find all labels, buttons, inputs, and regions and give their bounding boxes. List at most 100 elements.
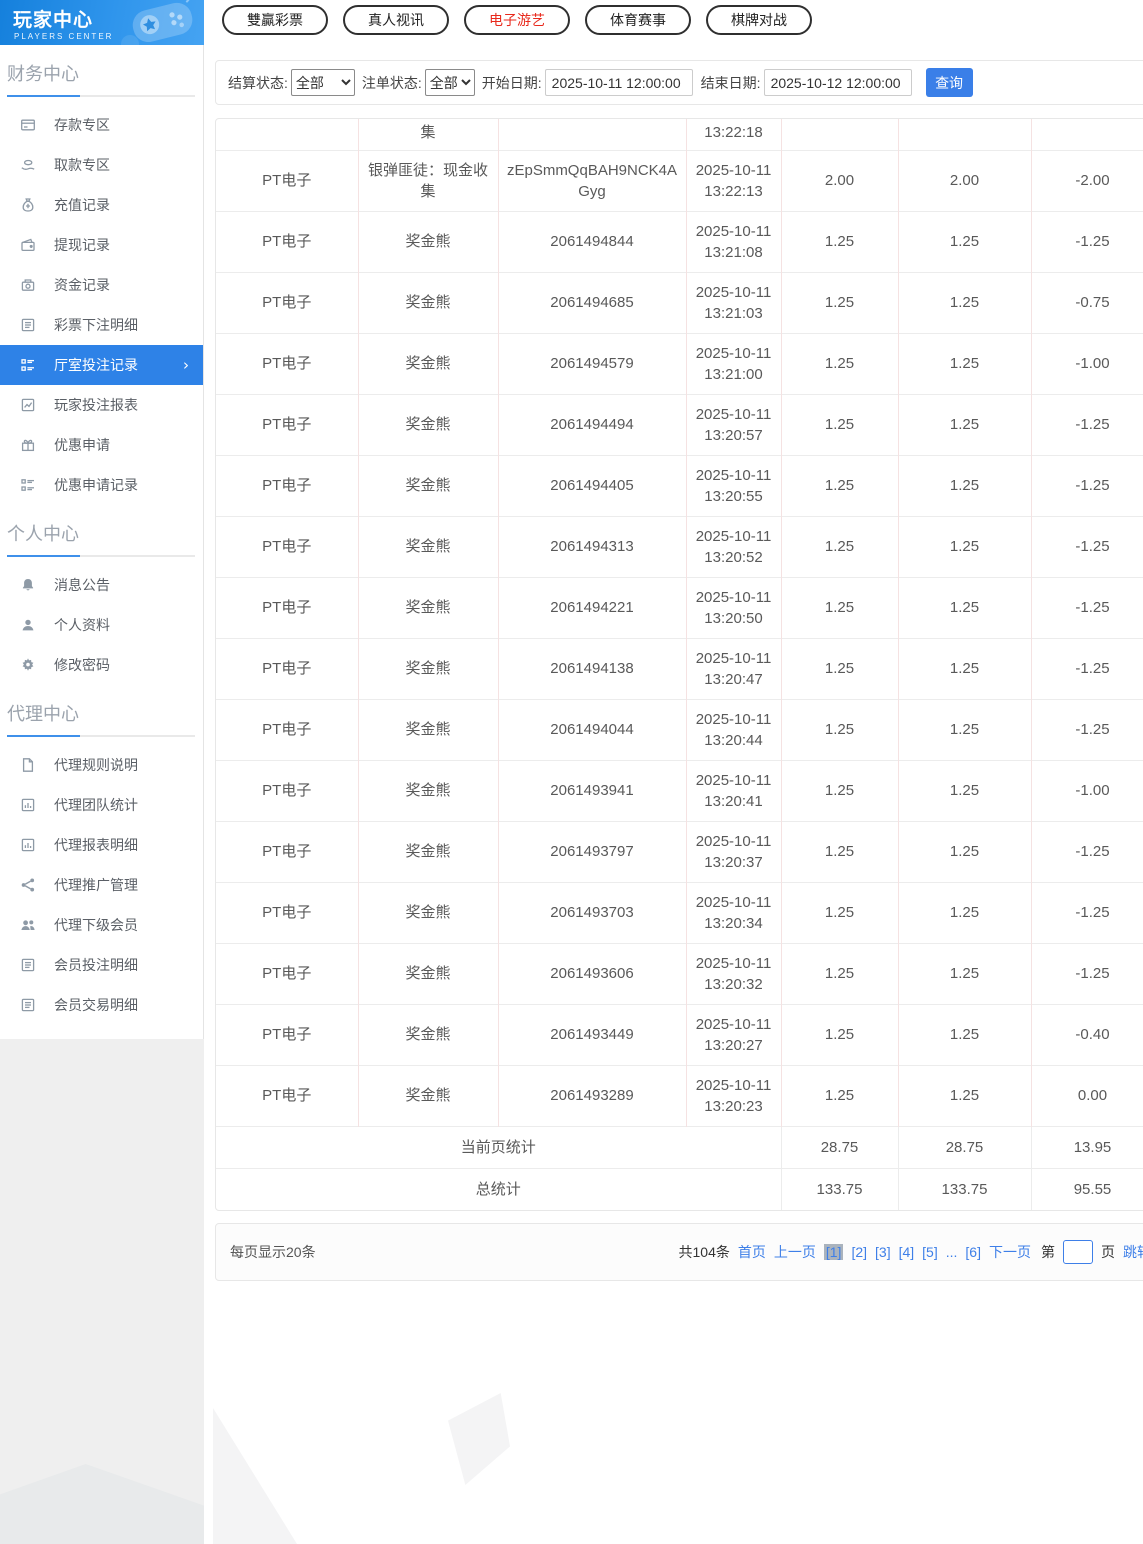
cell-provider: PT电子: [216, 943, 358, 1004]
tab-board-games[interactable]: 棋牌对战: [706, 5, 812, 35]
start-date-input[interactable]: [545, 69, 693, 96]
next-page-link[interactable]: 下一页: [989, 1242, 1031, 1262]
cell-valid: 1.25: [898, 882, 1031, 943]
watermark-triangle: [0, 1464, 204, 1544]
gear-icon: [20, 657, 37, 674]
cell-order: 2061494685: [498, 272, 686, 333]
bet-record-icon: [20, 357, 37, 374]
sidebar-item-promo-apply[interactable]: 优惠申请: [0, 425, 203, 465]
cell-provider: [216, 119, 358, 150]
cell-order: 2061493941: [498, 760, 686, 821]
cell-game: 奖金熊: [358, 577, 498, 638]
tab-electronic-games[interactable]: 电子游艺: [464, 5, 570, 35]
cell-order: 2061494844: [498, 211, 686, 272]
cell-order: 2061494221: [498, 577, 686, 638]
tab-sports[interactable]: 体育赛事: [585, 5, 691, 35]
jump-button[interactable]: 跳转: [1123, 1242, 1143, 1262]
doc-icon: [20, 757, 37, 774]
sidebar-item-member-bet-details[interactable]: 会员投注明细: [0, 945, 203, 985]
sidebar-item-player-bet-report[interactable]: 玩家投注报表: [0, 385, 203, 425]
page-link-5[interactable]: [5]: [922, 1244, 938, 1260]
per-page-label: 每页显示20条: [230, 1242, 316, 1262]
tab-live-casino[interactable]: 真人视讯: [343, 5, 449, 35]
search-button[interactable]: 查询: [926, 68, 973, 97]
cell-order: 2061493797: [498, 821, 686, 882]
sidebar-item-hall-bet-records[interactable]: 厅室投注记录›: [0, 345, 203, 385]
sidebar-item-agent-team-stats[interactable]: 代理团队统计: [0, 785, 203, 825]
cell-winloss: -1.25: [1031, 455, 1143, 516]
cell-bet: 1.25: [781, 943, 898, 1004]
bet-records-table: 集13:22:18PT电子银弹匪徒：现金收集zEpSmmQqBAH9NCK4AG…: [215, 118, 1143, 1211]
summary-label: 当前页统计: [216, 1126, 781, 1168]
sidebar-item-agent-promotion[interactable]: 代理推广管理: [0, 865, 203, 905]
sidebar-item-member-transaction-details[interactable]: 会员交易明细: [0, 985, 203, 1025]
tab-lottery[interactable]: 雙贏彩票: [222, 5, 328, 35]
cell-provider: PT电子: [216, 699, 358, 760]
summary-winloss: 95.55: [1031, 1168, 1143, 1210]
page-link-1[interactable]: [1]: [824, 1244, 844, 1260]
sidebar-item-label: 会员投注明细: [54, 955, 138, 975]
cell-game: 奖金熊: [358, 1065, 498, 1126]
sidebar-item-change-password[interactable]: 修改密码: [0, 645, 203, 685]
summary-winloss: 13.95: [1031, 1126, 1143, 1168]
cell-time: 2025-10-11 13:20:52: [686, 516, 781, 577]
order-status-select[interactable]: 全部: [425, 69, 475, 96]
page-link-2[interactable]: [2]: [851, 1244, 867, 1260]
sidebar-item-promo-apply-records[interactable]: 优惠申请记录: [0, 465, 203, 505]
cell-game: 奖金熊: [358, 211, 498, 272]
cell-provider: PT电子: [216, 211, 358, 272]
cell-bet: 1.25: [781, 882, 898, 943]
sidebar-item-agent-report-details[interactable]: 代理报表明细: [0, 825, 203, 865]
sidebar-item-label: 会员交易明细: [54, 995, 138, 1015]
sidebar-item-profile[interactable]: 个人资料: [0, 605, 203, 645]
cell-valid: 1.25: [898, 272, 1031, 333]
sidebar-item-withdraw-zone[interactable]: 取款专区: [0, 145, 203, 185]
cell-time: 13:22:18: [686, 119, 781, 150]
sidebar-item-withdrawal-records[interactable]: 提现记录: [0, 225, 203, 265]
sidebar-item-lottery-bet-details[interactable]: 彩票下注明细: [0, 305, 203, 345]
cell-valid: [898, 119, 1031, 150]
sidebar-item-deposit-zone[interactable]: 存款专区: [0, 105, 203, 145]
cell-winloss: [1031, 119, 1143, 150]
summary-bet: 133.75: [781, 1168, 898, 1210]
end-date-input[interactable]: [764, 69, 912, 96]
sidebar-item-announcements[interactable]: 消息公告: [0, 565, 203, 605]
cell-time: 2025-10-11 13:21:03: [686, 272, 781, 333]
cell-valid: 2.00: [898, 150, 1031, 211]
cell-winloss: -0.40: [1031, 1004, 1143, 1065]
cell-time: 2025-10-11 13:20:55: [686, 455, 781, 516]
cell-time: 2025-10-11 13:20:34: [686, 882, 781, 943]
settle-status-select[interactable]: 全部: [291, 69, 355, 96]
cell-winloss: -1.25: [1031, 211, 1143, 272]
table-row: PT电子奖金熊20614937972025-10-11 13:20:371.25…: [216, 821, 1143, 882]
sidebar-item-agent-sub-members[interactable]: 代理下级会员: [0, 905, 203, 945]
card-icon: [20, 117, 37, 134]
cell-bet: 1.25: [781, 272, 898, 333]
section-title: 个人中心: [0, 505, 203, 555]
sidebar-item-label: 个人资料: [54, 615, 110, 635]
prev-page-link[interactable]: 上一页: [774, 1242, 816, 1262]
page-links: [1][2][3][4][5]...[6]: [824, 1244, 981, 1260]
cell-winloss: 0.00: [1031, 1065, 1143, 1126]
page-link-3[interactable]: [3]: [875, 1244, 891, 1260]
page-link-7[interactable]: [6]: [965, 1244, 981, 1260]
table-row: PT电子奖金熊20614941382025-10-11 13:20:471.25…: [216, 638, 1143, 699]
sidebar-item-label: 取款专区: [54, 155, 110, 175]
report-icon: [20, 397, 37, 414]
cell-provider: PT电子: [216, 394, 358, 455]
cell-bet: 1.25: [781, 699, 898, 760]
stats-icon: [20, 837, 37, 854]
cell-provider: PT电子: [216, 821, 358, 882]
cell-valid: 1.25: [898, 821, 1031, 882]
sidebar-item-recharge-records[interactable]: 充值记录: [0, 185, 203, 225]
sidebar-item-label: 提现记录: [54, 235, 110, 255]
page-link-4[interactable]: [4]: [899, 1244, 915, 1260]
sidebar-item-label: 代理推广管理: [54, 875, 138, 895]
list-icon: [20, 997, 37, 1014]
cell-order: 2061494579: [498, 333, 686, 394]
page-jump-input[interactable]: [1063, 1240, 1093, 1264]
table-row: PT电子奖金熊20614948442025-10-11 13:21:081.25…: [216, 211, 1143, 272]
sidebar-item-agent-rules[interactable]: 代理规则说明: [0, 745, 203, 785]
sidebar-item-funds-records[interactable]: 资金记录: [0, 265, 203, 305]
first-page-link[interactable]: 首页: [738, 1242, 766, 1262]
